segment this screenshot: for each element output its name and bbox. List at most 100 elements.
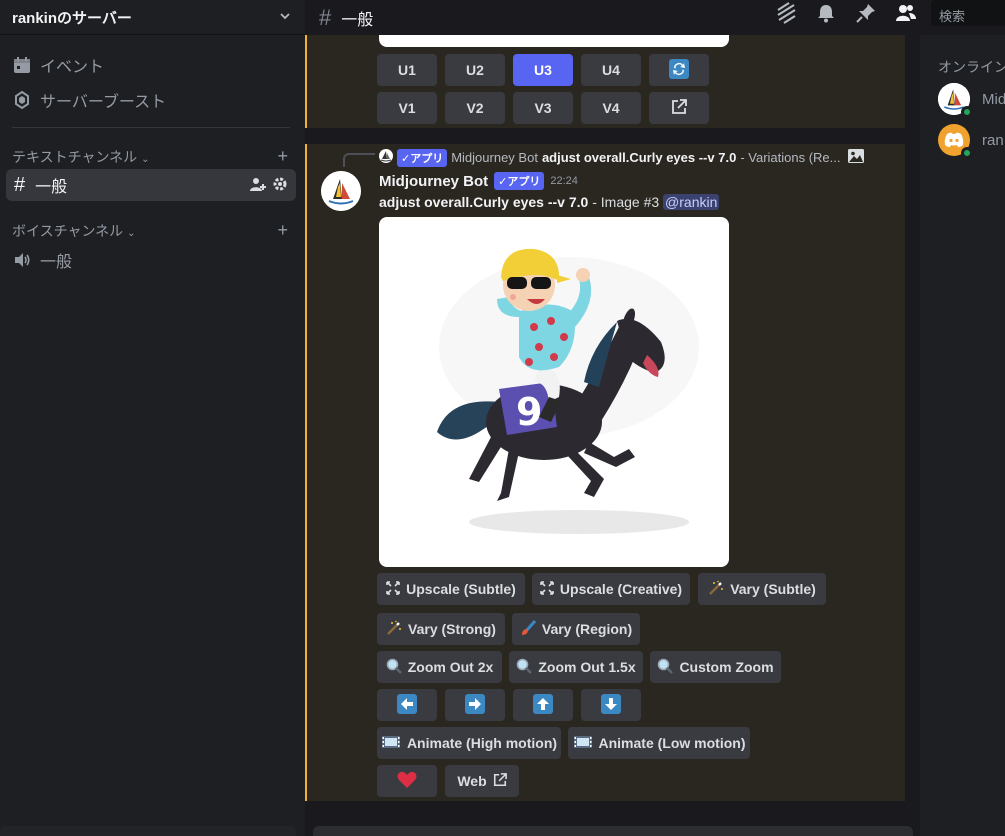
button-label: Zoom Out 1.5x xyxy=(538,659,636,675)
member-name: Mid xyxy=(982,90,1005,108)
custom-zoom-button[interactable]: Custom Zoom xyxy=(650,651,781,683)
button-label: Animate (High motion) xyxy=(406,735,558,751)
category-label: テキストチャンネル xyxy=(12,148,138,165)
chevron-down-icon xyxy=(279,10,291,25)
bot-message: ✓アプリ Midjourney Bot adjust overall.Curly… xyxy=(305,144,905,801)
pan-left-button[interactable] xyxy=(377,689,437,721)
hash-icon: # xyxy=(14,173,26,196)
category-voice-channels[interactable]: ボイスチャンネル ⌄ + xyxy=(12,220,288,241)
grid-image[interactable] xyxy=(379,35,729,47)
sidebar-item-events[interactable]: イベント xyxy=(12,53,104,77)
category-text-channels[interactable]: テキストチャンネル ⌄ + xyxy=(12,146,288,167)
u4-button[interactable]: U4 xyxy=(581,54,641,86)
button-label: Web xyxy=(457,773,487,789)
button-label: Zoom Out 2x xyxy=(407,659,494,675)
discord-avatar-icon xyxy=(938,124,973,159)
previous-message: U1 U2 U3 U4 V1 V2 V3 V4 xyxy=(305,35,905,128)
speaker-icon xyxy=(12,250,32,270)
threads-icon[interactable] xyxy=(773,0,799,26)
arrow-left-icon xyxy=(397,693,417,717)
user-mention[interactable]: @rankin xyxy=(663,194,720,210)
voice-channel-general[interactable]: 一般 xyxy=(12,248,72,272)
author-name[interactable]: Midjourney Bot xyxy=(379,173,488,190)
reply-connector xyxy=(343,153,375,167)
external-link-icon xyxy=(493,772,507,790)
expand-icon xyxy=(540,580,554,598)
vary-region-button[interactable]: Vary (Region) xyxy=(512,613,640,645)
reply-preview[interactable]: ✓アプリ Midjourney Bot adjust overall.Curly… xyxy=(379,148,865,167)
hash-icon: # xyxy=(319,4,332,30)
channel-header: # 一般 検索 xyxy=(305,0,1005,35)
refresh-icon xyxy=(669,58,689,82)
paintbrush-icon xyxy=(520,619,536,639)
animate-high-motion-button[interactable]: Animate (High motion) xyxy=(377,727,561,759)
midjourney-avatar-icon xyxy=(938,83,973,118)
bot-avatar[interactable] xyxy=(321,171,361,211)
animate-low-motion-button[interactable]: Animate (Low motion) xyxy=(568,727,750,759)
arrow-right-icon xyxy=(465,693,485,717)
message-composer[interactable] xyxy=(313,826,913,836)
channel-title: 一般 xyxy=(341,11,374,29)
saddle-number: 9 xyxy=(516,390,542,434)
member-item[interactable]: ran xyxy=(938,124,1004,159)
reply-author: Midjourney Bot xyxy=(451,150,538,165)
app-badge: ✓アプリ xyxy=(397,148,448,167)
like-button[interactable] xyxy=(377,765,437,797)
channel-label: 一般 xyxy=(40,254,73,271)
reroll-button[interactable] xyxy=(649,54,709,86)
chevron-down-icon: ⌄ xyxy=(127,227,136,239)
members-icon[interactable] xyxy=(893,0,919,26)
boost-icon xyxy=(12,90,32,110)
zoom-out-2x-button[interactable]: Zoom Out 2x xyxy=(377,651,502,683)
prompt-text: adjust overall.Curly eyes --v 7.0 xyxy=(379,194,589,210)
member-item[interactable]: Mid xyxy=(938,83,1005,118)
member-name: ran xyxy=(982,131,1004,149)
server-header[interactable]: rankinのサーバー xyxy=(0,0,305,35)
v2-button[interactable]: V2 xyxy=(445,92,505,124)
channel-item-general[interactable]: # 一般 xyxy=(6,169,296,201)
button-label: Upscale (Subtle) xyxy=(406,581,516,597)
v4-button[interactable]: V4 xyxy=(581,92,641,124)
magnifier-icon xyxy=(386,658,402,677)
pin-icon[interactable] xyxy=(853,0,879,26)
add-channel-icon[interactable]: + xyxy=(277,146,288,167)
search-input[interactable]: 検索 xyxy=(931,0,1005,26)
chevron-down-icon: ⌄ xyxy=(141,153,150,165)
generated-image[interactable]: 9 xyxy=(379,217,729,567)
sidebar-item-boost[interactable]: サーバーブースト xyxy=(12,88,166,112)
heart-icon xyxy=(397,771,417,792)
online-status-icon xyxy=(961,147,973,159)
u2-button[interactable]: U2 xyxy=(445,54,505,86)
v1-button[interactable]: V1 xyxy=(377,92,437,124)
vary-subtle-button[interactable]: Vary (Subtle) xyxy=(698,573,826,605)
u1-button[interactable]: U1 xyxy=(377,54,437,86)
online-status-icon xyxy=(961,106,973,118)
u3-button[interactable]: U3 xyxy=(513,54,573,86)
invite-member-icon[interactable] xyxy=(250,176,266,195)
web-button[interactable]: Web xyxy=(445,765,519,797)
midjourney-logo-icon xyxy=(321,171,361,211)
sidebar-divider xyxy=(12,127,290,128)
category-label: ボイスチャンネル xyxy=(12,222,124,239)
jockey-horse-illustration: 9 xyxy=(437,248,699,534)
bell-icon[interactable] xyxy=(813,0,839,26)
button-label: Animate (Low motion) xyxy=(598,735,746,751)
magnifier-icon xyxy=(657,658,674,677)
button-label: Vary (Strong) xyxy=(408,621,496,637)
timestamp: 22:24 xyxy=(550,175,578,187)
button-label: Upscale (Creative) xyxy=(559,581,683,597)
vary-strong-button[interactable]: Vary (Strong) xyxy=(377,613,505,645)
pan-down-button[interactable] xyxy=(581,689,641,721)
arrow-up-icon xyxy=(533,693,553,717)
pan-right-button[interactable] xyxy=(445,689,505,721)
upscale-creative-button[interactable]: Upscale (Creative) xyxy=(532,573,690,605)
magnifier-icon xyxy=(516,658,533,677)
v3-button[interactable]: V3 xyxy=(513,92,573,124)
add-channel-icon[interactable]: + xyxy=(277,220,288,241)
upscale-subtle-button[interactable]: Upscale (Subtle) xyxy=(377,573,525,605)
gear-icon[interactable] xyxy=(272,176,288,195)
pan-up-button[interactable] xyxy=(513,689,573,721)
zoom-out-1-5x-button[interactable]: Zoom Out 1.5x xyxy=(509,651,643,683)
reply-suffix: - Variations (Re... xyxy=(740,150,841,165)
open-external-button[interactable] xyxy=(649,92,709,124)
